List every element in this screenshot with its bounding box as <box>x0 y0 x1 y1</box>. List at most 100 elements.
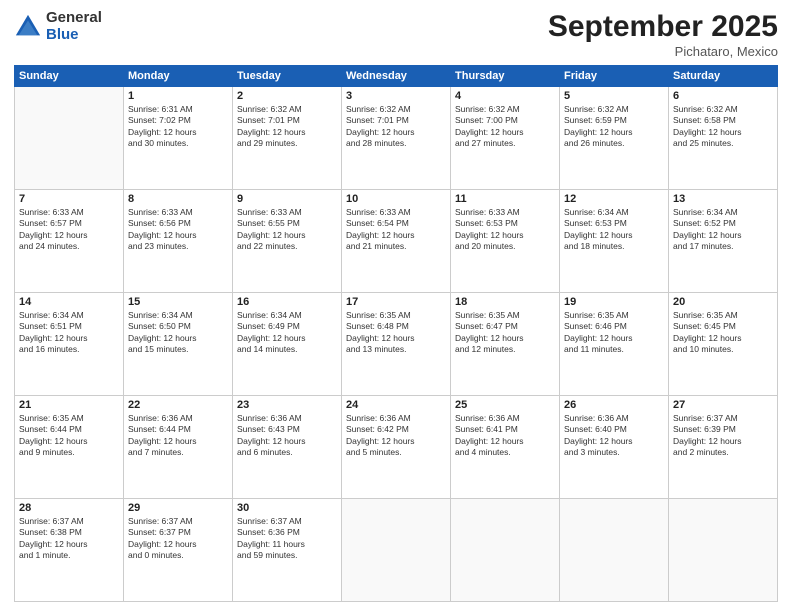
day-cell-3-1: 22Sunrise: 6:36 AM Sunset: 6:44 PM Dayli… <box>124 396 233 499</box>
day-info-2-1: Sunrise: 6:34 AM Sunset: 6:50 PM Dayligh… <box>128 310 228 356</box>
day-cell-3-3: 24 Sunrise: 6:36 AM Sunset: 6:42 PM Dayli… <box>342 396 451 499</box>
day-number-2-1: 15 <box>128 296 228 308</box>
week-row-0: 1Sunrise: 6:31 AM Sunset: 7:02 PM Daylig… <box>15 87 778 190</box>
day-cell-1-3: 10Sunrise: 6:33 AM Sunset: 6:54 PM Dayli… <box>342 190 451 293</box>
day-cell-4-5 <box>560 499 669 602</box>
day-cell-2-2: 16 Sunrise: 6:34 AM Sunset: 6:49 PM Dayli… <box>233 293 342 396</box>
day-number-3-4: 25 <box>455 399 555 411</box>
day-info-3-0: Sunrise: 6:35 AM Sunset: 6:44 PM Dayligh… <box>19 413 119 459</box>
calendar: Sunday Monday Tuesday Wednesday Thursday… <box>14 65 778 602</box>
day-number-0-6: 6 <box>673 90 773 102</box>
day-cell-2-5: 19 Sunrise: 6:35 AM Sunset: 6:46 PM Dayli… <box>560 293 669 396</box>
day-number-4-0: 28 <box>19 502 119 514</box>
logo-text: General Blue <box>46 10 102 43</box>
day-info-2-0: Sunrise: 6:34 AM Sunset: 6:51 PM Dayligh… <box>19 310 119 356</box>
day-number-2-5: 19 <box>564 296 664 308</box>
day-info-4-0: Sunrise: 6:37 AM Sunset: 6:38 PM Dayligh… <box>19 516 119 562</box>
day-number-4-1: 29 <box>128 502 228 514</box>
day-info-0-2: Sunrise: 6:32 AM Sunset: 7:01 PM Dayligh… <box>237 104 337 150</box>
day-info-1-0: Sunrise: 6:33 AM Sunset: 6:57 PM Dayligh… <box>19 207 119 253</box>
title-section: September 2025 Pichataro, Mexico <box>548 10 778 59</box>
day-info-1-2: Sunrise: 6:33 AM Sunset: 6:55 PM Dayligh… <box>237 207 337 253</box>
day-cell-4-1: 29 Sunrise: 6:37 AM Sunset: 6:37 PM Dayli… <box>124 499 233 602</box>
header-thursday: Thursday <box>451 66 560 87</box>
day-info-2-2: Sunrise: 6:34 AM Sunset: 6:49 PM Dayligh… <box>237 310 337 356</box>
day-number-2-2: 16 <box>237 296 337 308</box>
day-number-3-1: 22 <box>128 399 228 411</box>
day-cell-1-0: 7 Sunrise: 6:33 AM Sunset: 6:57 PM Daylig… <box>15 190 124 293</box>
header-wednesday: Wednesday <box>342 66 451 87</box>
day-cell-1-5: 12Sunrise: 6:34 AM Sunset: 6:53 PM Dayli… <box>560 190 669 293</box>
header-sunday: Sunday <box>15 66 124 87</box>
header-tuesday: Tuesday <box>233 66 342 87</box>
day-cell-2-1: 15 Sunrise: 6:34 AM Sunset: 6:50 PM Dayli… <box>124 293 233 396</box>
day-cell-2-6: 20Sunrise: 6:35 AM Sunset: 6:45 PM Dayli… <box>669 293 778 396</box>
day-info-0-3: Sunrise: 6:32 AM Sunset: 7:01 PM Dayligh… <box>346 104 446 150</box>
day-cell-2-4: 18 Sunrise: 6:35 AM Sunset: 6:47 PM Dayli… <box>451 293 560 396</box>
day-number-0-2: 2 <box>237 90 337 102</box>
day-cell-0-6: 6 Sunrise: 6:32 AM Sunset: 6:58 PM Daylig… <box>669 87 778 190</box>
day-cell-1-1: 8Sunrise: 6:33 AM Sunset: 6:56 PM Daylig… <box>124 190 233 293</box>
day-info-2-5: Sunrise: 6:35 AM Sunset: 6:46 PM Dayligh… <box>564 310 664 356</box>
week-row-3: 21 Sunrise: 6:35 AM Sunset: 6:44 PM Dayli… <box>15 396 778 499</box>
day-number-1-4: 11 <box>455 193 555 205</box>
day-cell-3-4: 25 Sunrise: 6:36 AM Sunset: 6:41 PM Dayli… <box>451 396 560 499</box>
day-number-2-0: 14 <box>19 296 119 308</box>
day-cell-3-5: 26 Sunrise: 6:36 AM Sunset: 6:40 PM Dayli… <box>560 396 669 499</box>
day-number-3-6: 27 <box>673 399 773 411</box>
day-number-2-3: 17 <box>346 296 446 308</box>
day-cell-1-2: 9Sunrise: 6:33 AM Sunset: 6:55 PM Daylig… <box>233 190 342 293</box>
day-info-1-6: Sunrise: 6:34 AM Sunset: 6:52 PM Dayligh… <box>673 207 773 253</box>
day-number-4-2: 30 <box>237 502 337 514</box>
day-cell-4-4 <box>451 499 560 602</box>
week-row-4: 28 Sunrise: 6:37 AM Sunset: 6:38 PM Dayli… <box>15 499 778 602</box>
day-number-0-3: 3 <box>346 90 446 102</box>
day-number-3-3: 24 <box>346 399 446 411</box>
header-monday: Monday <box>124 66 233 87</box>
day-info-1-4: Sunrise: 6:33 AM Sunset: 6:53 PM Dayligh… <box>455 207 555 253</box>
day-number-1-6: 13 <box>673 193 773 205</box>
day-info-3-5: Sunrise: 6:36 AM Sunset: 6:40 PM Dayligh… <box>564 413 664 459</box>
day-info-3-4: Sunrise: 6:36 AM Sunset: 6:41 PM Dayligh… <box>455 413 555 459</box>
day-number-2-4: 18 <box>455 296 555 308</box>
day-cell-0-3: 3 Sunrise: 6:32 AM Sunset: 7:01 PM Daylig… <box>342 87 451 190</box>
weekday-header-row: Sunday Monday Tuesday Wednesday Thursday… <box>15 66 778 87</box>
day-number-1-0: 7 <box>19 193 119 205</box>
day-cell-3-0: 21 Sunrise: 6:35 AM Sunset: 6:44 PM Dayli… <box>15 396 124 499</box>
day-cell-4-2: 30 Sunrise: 6:37 AM Sunset: 6:36 PM Dayli… <box>233 499 342 602</box>
day-cell-0-4: 4Sunrise: 6:32 AM Sunset: 7:00 PM Daylig… <box>451 87 560 190</box>
day-cell-4-3 <box>342 499 451 602</box>
month-title: September 2025 <box>548 10 778 44</box>
day-info-3-3: Sunrise: 6:36 AM Sunset: 6:42 PM Dayligh… <box>346 413 446 459</box>
day-info-4-2: Sunrise: 6:37 AM Sunset: 6:36 PM Dayligh… <box>237 516 337 562</box>
day-cell-2-0: 14 Sunrise: 6:34 AM Sunset: 6:51 PM Dayli… <box>15 293 124 396</box>
day-cell-1-6: 13 Sunrise: 6:34 AM Sunset: 6:52 PM Dayli… <box>669 190 778 293</box>
day-cell-0-5: 5 Sunrise: 6:32 AM Sunset: 6:59 PM Daylig… <box>560 87 669 190</box>
day-info-0-4: Sunrise: 6:32 AM Sunset: 7:00 PM Dayligh… <box>455 104 555 150</box>
day-info-0-5: Sunrise: 6:32 AM Sunset: 6:59 PM Dayligh… <box>564 104 664 150</box>
day-info-0-6: Sunrise: 6:32 AM Sunset: 6:58 PM Dayligh… <box>673 104 773 150</box>
day-info-2-3: Sunrise: 6:35 AM Sunset: 6:48 PM Dayligh… <box>346 310 446 356</box>
logo: General Blue <box>14 10 102 43</box>
day-cell-0-2: 2 Sunrise: 6:32 AM Sunset: 7:01 PM Daylig… <box>233 87 342 190</box>
day-cell-0-0 <box>15 87 124 190</box>
day-info-2-6: Sunrise: 6:35 AM Sunset: 6:45 PM Dayligh… <box>673 310 773 356</box>
day-number-3-5: 26 <box>564 399 664 411</box>
day-cell-3-2: 23Sunrise: 6:36 AM Sunset: 6:43 PM Dayli… <box>233 396 342 499</box>
day-cell-1-4: 11 Sunrise: 6:33 AM Sunset: 6:53 PM Dayli… <box>451 190 560 293</box>
day-cell-2-3: 17 Sunrise: 6:35 AM Sunset: 6:48 PM Dayli… <box>342 293 451 396</box>
day-info-3-6: Sunrise: 6:37 AM Sunset: 6:39 PM Dayligh… <box>673 413 773 459</box>
day-number-3-2: 23 <box>237 399 337 411</box>
logo-general: General <box>46 10 102 27</box>
page: General Blue September 2025 Pichataro, M… <box>0 0 792 612</box>
day-info-2-4: Sunrise: 6:35 AM Sunset: 6:47 PM Dayligh… <box>455 310 555 356</box>
day-number-1-5: 12 <box>564 193 664 205</box>
day-number-0-5: 5 <box>564 90 664 102</box>
day-info-4-1: Sunrise: 6:37 AM Sunset: 6:37 PM Dayligh… <box>128 516 228 562</box>
location: Pichataro, Mexico <box>548 44 778 59</box>
day-number-3-0: 21 <box>19 399 119 411</box>
day-info-0-1: Sunrise: 6:31 AM Sunset: 7:02 PM Dayligh… <box>128 104 228 150</box>
week-row-2: 14 Sunrise: 6:34 AM Sunset: 6:51 PM Dayli… <box>15 293 778 396</box>
week-row-1: 7 Sunrise: 6:33 AM Sunset: 6:57 PM Daylig… <box>15 190 778 293</box>
day-number-1-1: 8 <box>128 193 228 205</box>
